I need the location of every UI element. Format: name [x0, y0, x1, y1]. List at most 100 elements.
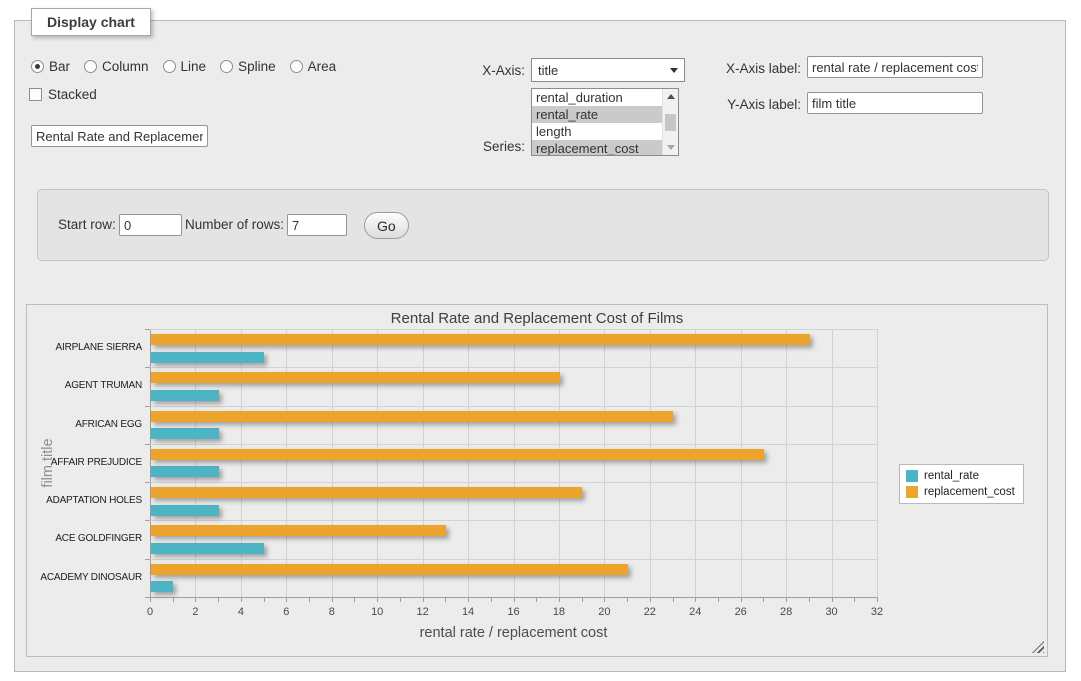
gridline-v	[786, 329, 787, 597]
x-axis-tick	[763, 597, 764, 602]
chart-type-option-spline[interactable]: Spline	[220, 59, 276, 74]
gridline-h	[150, 559, 877, 560]
chart-type-radio-group: Bar Column Line Spline Area	[31, 59, 336, 74]
stacked-option[interactable]: Stacked	[29, 87, 97, 102]
x-tick-label: 2	[180, 606, 210, 618]
radio-label: Area	[308, 59, 337, 74]
x-axis-tick	[173, 597, 174, 602]
x-axis-tick	[423, 597, 424, 602]
radio-icon[interactable]	[290, 60, 303, 73]
x-tick-label: 28	[771, 606, 801, 618]
x-axis-tick	[218, 597, 219, 602]
bar-rental_rate[interactable]	[151, 390, 219, 401]
gridline-v	[195, 329, 196, 597]
radio-label: Bar	[49, 59, 70, 74]
bar-replacement_cost[interactable]	[151, 449, 764, 460]
x-axis-tick	[491, 597, 492, 602]
legend-label: rental_rate	[924, 470, 979, 482]
x-axis-tick	[445, 597, 446, 602]
x-tick-label: 26	[726, 606, 756, 618]
y-axis-tick	[145, 482, 150, 483]
bar-rental_rate[interactable]	[151, 352, 264, 363]
x-tick-label: 12	[408, 606, 438, 618]
resize-handle-icon[interactable]	[1032, 641, 1044, 653]
x-tick-label: 0	[135, 606, 165, 618]
gridline-v	[241, 329, 242, 597]
bar-replacement_cost[interactable]	[151, 525, 446, 536]
chart-type-option-line[interactable]: Line	[163, 59, 207, 74]
x-axis-select-label: X-Axis:	[365, 63, 525, 78]
gridline-v	[604, 329, 605, 597]
category-label: AIRPLANE SIERRA	[27, 329, 142, 367]
x-axis-tick	[877, 597, 878, 602]
bar-replacement_cost[interactable]	[151, 334, 810, 345]
radio-icon[interactable]	[84, 60, 97, 73]
x-axis-tick	[559, 597, 560, 602]
x-axis-tick	[695, 597, 696, 602]
gridline-h	[150, 520, 877, 521]
chart-type-option-column[interactable]: Column	[84, 59, 149, 74]
gridline-v	[377, 329, 378, 597]
bar-rental_rate[interactable]	[151, 505, 219, 516]
radio-icon[interactable]	[31, 60, 44, 73]
y-axis-label-input[interactable]	[807, 92, 983, 114]
gridline-v	[650, 329, 651, 597]
go-button[interactable]: Go	[364, 212, 409, 239]
start-row-input[interactable]	[119, 214, 182, 236]
bar-rental_rate[interactable]	[151, 466, 219, 477]
scroll-down-button[interactable]	[663, 140, 678, 155]
radio-label: Spline	[238, 59, 276, 74]
gridline-v	[695, 329, 696, 597]
legend-swatch-icon	[906, 486, 918, 498]
radio-icon[interactable]	[163, 60, 176, 73]
gridline-h	[150, 406, 877, 407]
x-axis-tick	[309, 597, 310, 602]
x-tick-label: 14	[453, 606, 483, 618]
rows-panel: Start row: Number of rows: Go	[37, 189, 1049, 261]
chart-title-input[interactable]	[31, 125, 208, 147]
x-tick-label: 22	[635, 606, 665, 618]
series-option-replacement_cost[interactable]: replacement_cost	[532, 140, 662, 155]
radio-label: Column	[102, 59, 149, 74]
bar-rental_rate[interactable]	[151, 543, 264, 554]
bar-replacement_cost[interactable]	[151, 411, 673, 422]
x-axis-tick	[286, 597, 287, 602]
bar-rental_rate[interactable]	[151, 428, 219, 439]
x-axis-tick	[332, 597, 333, 602]
x-tick-label: 24	[680, 606, 710, 618]
x-axis-label-input[interactable]	[807, 56, 983, 78]
x-tick-label: 8	[317, 606, 347, 618]
gridline-v	[332, 329, 333, 597]
chart-container: Rental Rate and Replacement Cost of Film…	[26, 304, 1048, 657]
bar-replacement_cost[interactable]	[151, 372, 560, 383]
series-option-length[interactable]: length	[532, 123, 662, 140]
x-axis-tick	[604, 597, 605, 602]
display-chart-fieldset: Display chart BarColumnLineSplineArea St…	[14, 20, 1066, 672]
legend-item-replacement_cost[interactable]: replacement_cost	[906, 486, 1015, 498]
category-label: ACE GOLDFINGER	[27, 520, 142, 558]
x-axis-tick	[718, 597, 719, 602]
legend-swatch-icon	[906, 470, 918, 482]
chart-type-option-area[interactable]: Area	[290, 59, 337, 74]
chart-type-option-bar[interactable]: Bar	[31, 59, 70, 74]
bar-replacement_cost[interactable]	[151, 487, 582, 498]
bar-replacement_cost[interactable]	[151, 564, 628, 575]
stacked-checkbox[interactable]	[29, 88, 42, 101]
x-axis-tick	[832, 597, 833, 602]
gridline-v	[832, 329, 833, 597]
num-rows-input[interactable]	[287, 214, 347, 236]
series-select-label: Series:	[365, 139, 525, 154]
radio-icon[interactable]	[220, 60, 233, 73]
scroll-thumb[interactable]	[665, 114, 676, 131]
chart-x-axis-title: rental rate / replacement cost	[420, 625, 608, 641]
x-axis-tick	[514, 597, 515, 602]
gridline-v	[877, 329, 878, 597]
chart-title: Rental Rate and Replacement Cost of Film…	[27, 310, 1047, 327]
x-axis-tick	[582, 597, 583, 602]
bar-rental_rate[interactable]	[151, 581, 173, 592]
x-axis-tick	[468, 597, 469, 602]
x-tick-label: 18	[544, 606, 574, 618]
legend-item-rental_rate[interactable]: rental_rate	[906, 470, 1015, 482]
gridline-h	[150, 329, 877, 330]
gridline-v	[150, 329, 151, 597]
